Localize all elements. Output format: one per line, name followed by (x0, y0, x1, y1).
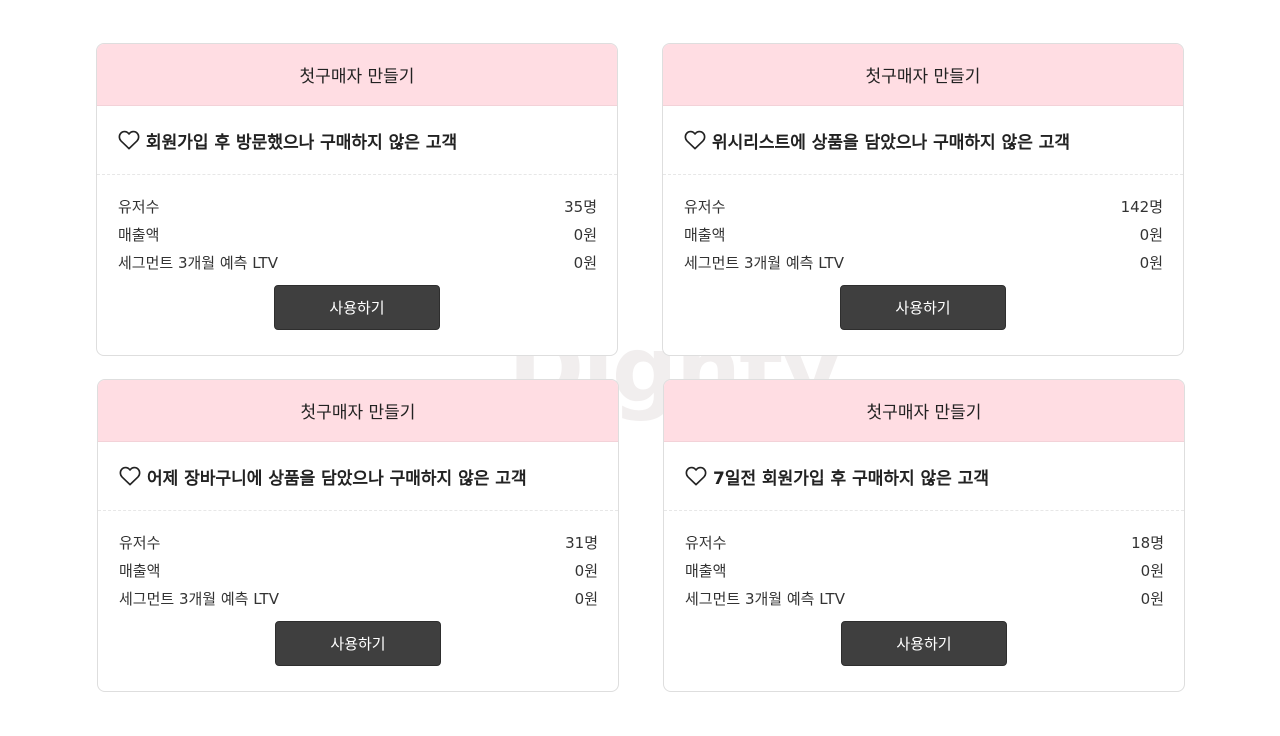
segment-card: 첫구매자 만들기 위시리스트에 상품을 담았으나 구매하지 않은 고객 유저수 … (662, 43, 1184, 356)
stat-value: 31명 (565, 533, 598, 552)
stat-value: 0원 (1139, 225, 1163, 244)
stat-value: 0원 (1139, 253, 1163, 272)
stat-row-ltv: 세그먼트 3개월 예측 LTV 0원 (118, 248, 597, 276)
button-wrap: 사용하기 (663, 285, 1183, 330)
stat-label: 세그먼트 3개월 예측 LTV (685, 589, 845, 608)
card-title-row: 위시리스트에 상품을 담았으나 구매하지 않은 고객 (663, 106, 1183, 175)
stat-row-users: 유저수 18명 (685, 528, 1164, 556)
stat-value: 18명 (1131, 533, 1164, 552)
page: Dighty 첫구매자 만들기 회원가입 후 방문했으나 구매하지 않은 고객 … (0, 0, 1280, 736)
segment-card: 첫구매자 만들기 어제 장바구니에 상품을 담았으나 구매하지 않은 고객 유저… (97, 379, 619, 692)
stats-list: 유저수 31명 매출액 0원 세그먼트 3개월 예측 LTV 0원 (98, 511, 618, 612)
card-title: 위시리스트에 상품을 담았으나 구매하지 않은 고객 (712, 132, 1071, 153)
button-wrap: 사용하기 (664, 621, 1184, 666)
stat-value: 0원 (574, 561, 598, 580)
stat-value: 35명 (564, 197, 597, 216)
stat-row-users: 유저수 35명 (118, 192, 597, 220)
stats-list: 유저수 18명 매출액 0원 세그먼트 3개월 예측 LTV 0원 (664, 511, 1184, 612)
stat-label: 세그먼트 3개월 예측 LTV (119, 589, 279, 608)
card-title: 7일전 회원가입 후 구매하지 않은 고객 (713, 468, 990, 489)
stat-label: 세그먼트 3개월 예측 LTV (118, 253, 278, 272)
stat-value: 0원 (1140, 589, 1164, 608)
stat-value: 0원 (573, 253, 597, 272)
stats-list: 유저수 142명 매출액 0원 세그먼트 3개월 예측 LTV 0원 (663, 175, 1183, 276)
stat-label: 세그먼트 3개월 예측 LTV (684, 253, 844, 272)
use-button[interactable]: 사용하기 (274, 285, 440, 330)
stat-row-ltv: 세그먼트 3개월 예측 LTV 0원 (119, 584, 598, 612)
stat-label: 매출액 (119, 561, 161, 580)
segment-card: 첫구매자 만들기 7일전 회원가입 후 구매하지 않은 고객 유저수 18명 매… (663, 379, 1185, 692)
card-header: 첫구매자 만들기 (664, 380, 1184, 442)
use-button[interactable]: 사용하기 (841, 621, 1007, 666)
heart-outline-icon[interactable] (119, 466, 141, 486)
stat-row-users: 유저수 31명 (119, 528, 598, 556)
stat-row-ltv: 세그먼트 3개월 예측 LTV 0원 (684, 248, 1163, 276)
stat-label: 매출액 (684, 225, 726, 244)
card-title-row: 7일전 회원가입 후 구매하지 않은 고객 (664, 442, 1184, 511)
card-title: 회원가입 후 방문했으나 구매하지 않은 고객 (146, 132, 458, 153)
card-title: 어제 장바구니에 상품을 담았으나 구매하지 않은 고객 (147, 468, 527, 489)
stat-label: 유저수 (684, 197, 726, 216)
stat-value: 0원 (573, 225, 597, 244)
card-header: 첫구매자 만들기 (98, 380, 618, 442)
stat-label: 유저수 (118, 197, 160, 216)
stat-row-ltv: 세그먼트 3개월 예측 LTV 0원 (685, 584, 1164, 612)
stats-list: 유저수 35명 매출액 0원 세그먼트 3개월 예측 LTV 0원 (97, 175, 617, 276)
card-title-row: 어제 장바구니에 상품을 담았으나 구매하지 않은 고객 (98, 442, 618, 511)
card-header: 첫구매자 만들기 (663, 44, 1183, 106)
stat-label: 유저수 (685, 533, 727, 552)
stat-row-revenue: 매출액 0원 (119, 556, 598, 584)
heart-outline-icon[interactable] (685, 466, 707, 486)
stat-row-users: 유저수 142명 (684, 192, 1163, 220)
heart-outline-icon[interactable] (684, 130, 706, 150)
stat-value: 142명 (1120, 197, 1163, 216)
use-button[interactable]: 사용하기 (275, 621, 441, 666)
stat-value: 0원 (1140, 561, 1164, 580)
button-wrap: 사용하기 (97, 285, 617, 330)
card-title-row: 회원가입 후 방문했으나 구매하지 않은 고객 (97, 106, 617, 175)
stat-label: 유저수 (119, 533, 161, 552)
heart-outline-icon[interactable] (118, 130, 140, 150)
segment-card: 첫구매자 만들기 회원가입 후 방문했으나 구매하지 않은 고객 유저수 35명… (96, 43, 618, 356)
stat-row-revenue: 매출액 0원 (685, 556, 1164, 584)
card-header: 첫구매자 만들기 (97, 44, 617, 106)
stat-row-revenue: 매출액 0원 (684, 220, 1163, 248)
stat-value: 0원 (574, 589, 598, 608)
use-button[interactable]: 사용하기 (840, 285, 1006, 330)
stat-label: 매출액 (118, 225, 160, 244)
stat-row-revenue: 매출액 0원 (118, 220, 597, 248)
stat-label: 매출액 (685, 561, 727, 580)
button-wrap: 사용하기 (98, 621, 618, 666)
